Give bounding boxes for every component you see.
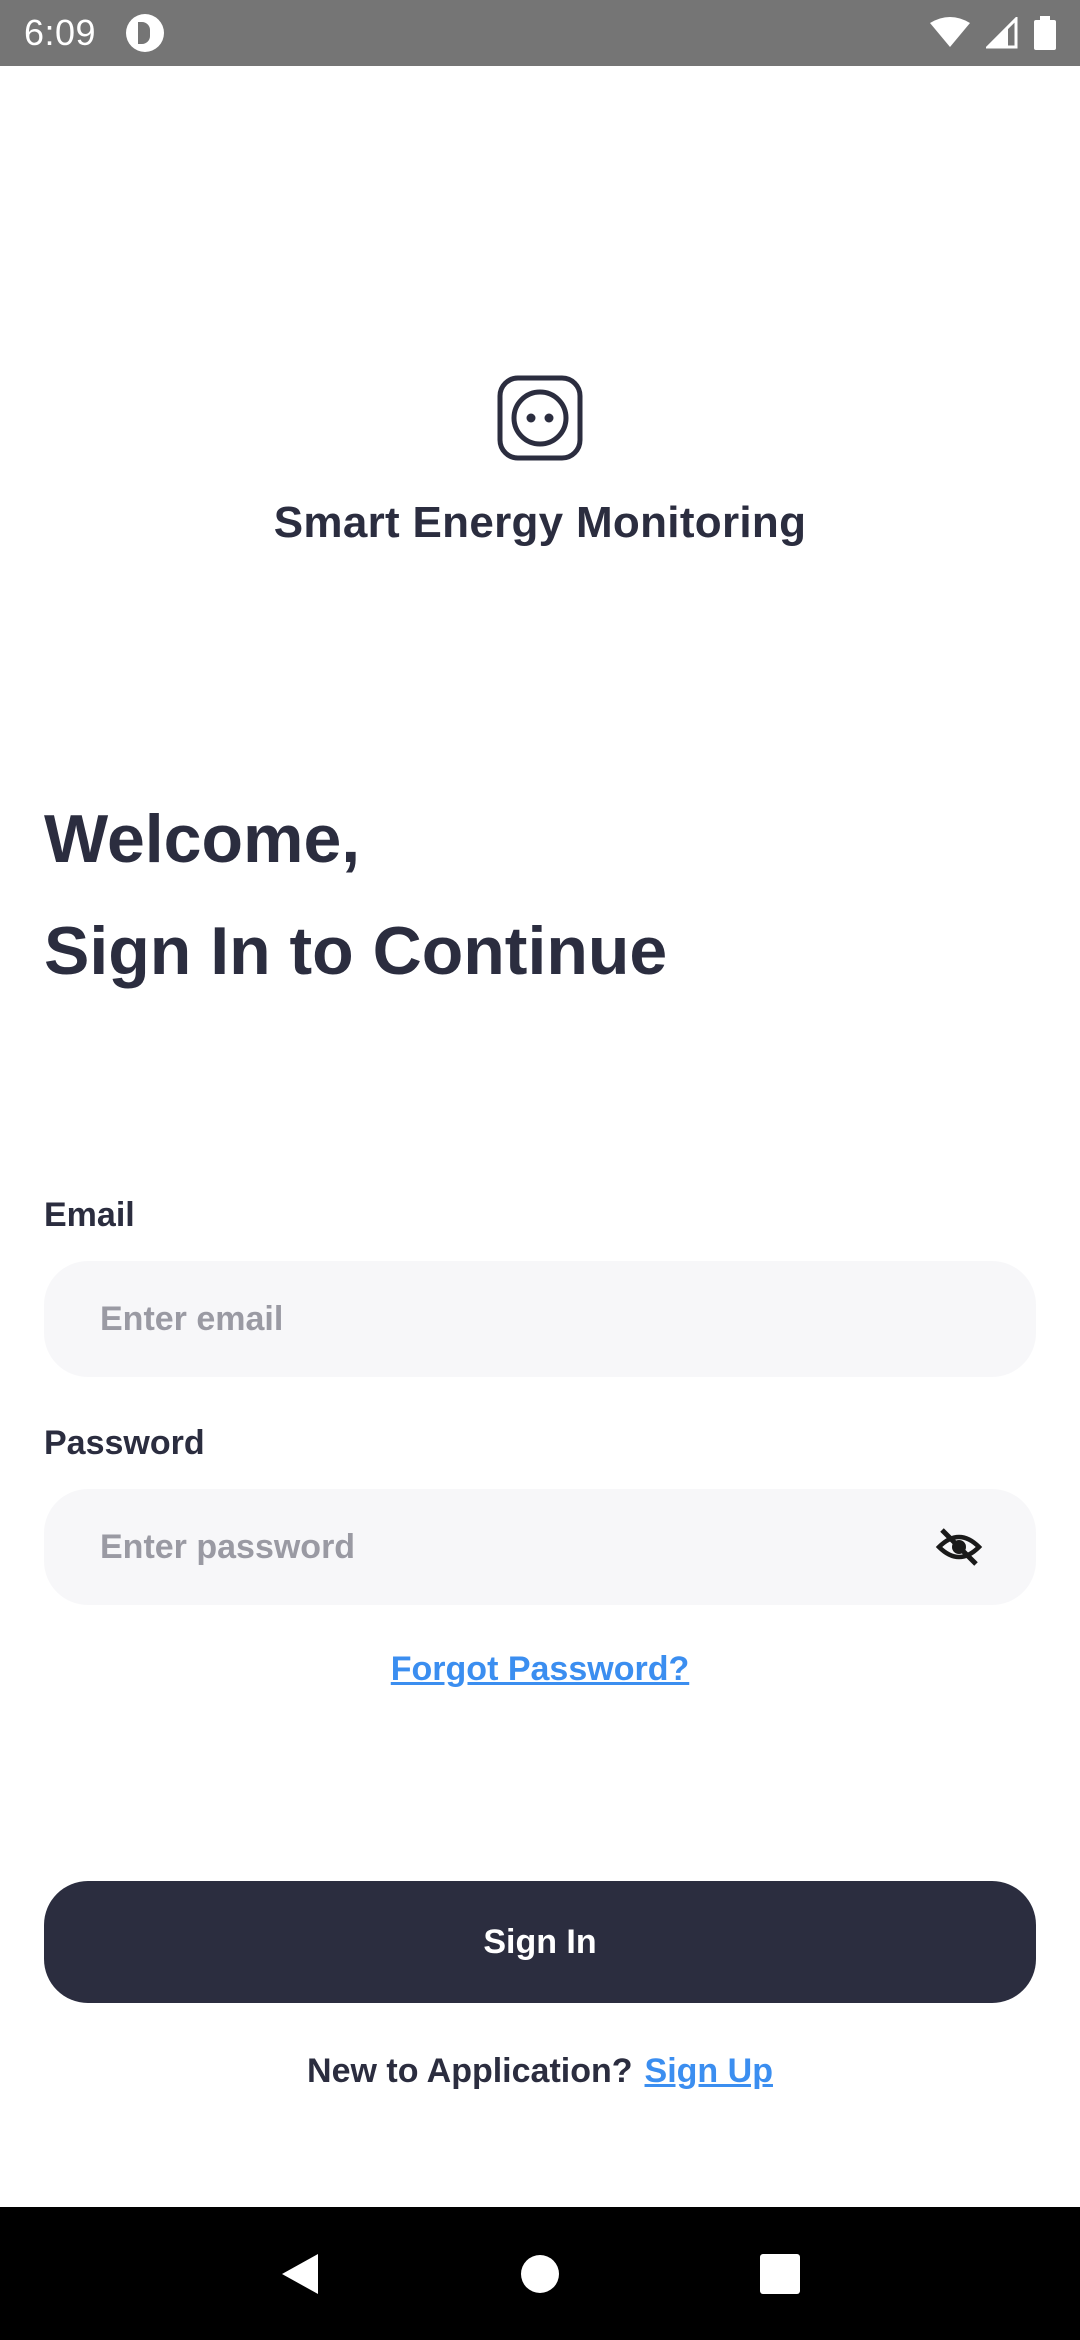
cell-signal-icon [986, 17, 1018, 49]
signup-prompt: New to Application? [307, 2052, 633, 2090]
email-field[interactable] [100, 1299, 980, 1339]
app-name: Smart Energy Monitoring [273, 498, 807, 547]
back-icon[interactable] [278, 2250, 322, 2298]
sign-in-subheading: Sign In to Continue [44, 913, 668, 989]
signup-row: New to Application? Sign Up [0, 2052, 1080, 2091]
password-field-container[interactable] [44, 1489, 1036, 1605]
app-notification-icon [126, 14, 165, 52]
email-label: Email [44, 1196, 135, 1234]
email-field-container[interactable] [44, 1261, 1036, 1377]
status-time: 6:09 [24, 12, 97, 53]
home-icon[interactable] [518, 2252, 562, 2296]
status-icons [930, 16, 1056, 50]
sign-up-link[interactable]: Sign Up [645, 2052, 773, 2091]
wifi-icon [930, 17, 970, 47]
recents-icon[interactable] [758, 2252, 802, 2296]
password-field[interactable] [100, 1527, 934, 1567]
navigation-bar [0, 2207, 1080, 2340]
password-label: Password [44, 1424, 205, 1462]
battery-icon [1034, 16, 1056, 50]
sign-in-button[interactable]: Sign In [44, 1881, 1036, 2003]
eye-off-icon[interactable] [934, 1522, 984, 1572]
forgot-password-link[interactable]: Forgot Password? [0, 1650, 1080, 1689]
status-bar: 6:09 [0, 0, 1080, 66]
welcome-heading: Welcome, [44, 801, 361, 877]
power-socket-icon [497, 375, 583, 461]
